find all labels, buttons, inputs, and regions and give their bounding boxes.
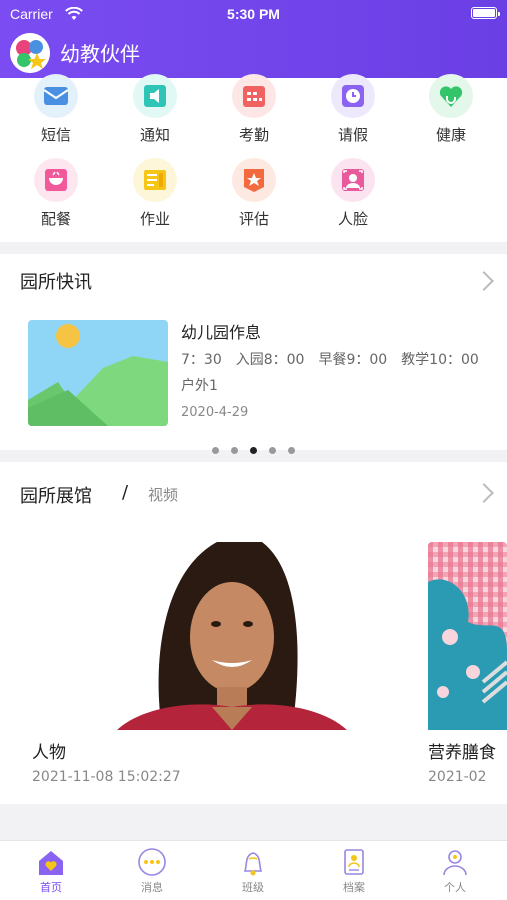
battery-icon bbox=[471, 7, 500, 19]
tab-label: 首页 bbox=[40, 881, 62, 894]
message-icon bbox=[138, 848, 166, 876]
gallery-item-time: 2021-11-08 15:02:27 bbox=[32, 769, 181, 785]
status-time: 5:30 PM bbox=[227, 6, 280, 22]
tab-label: 档案 bbox=[343, 881, 365, 894]
health-icon bbox=[429, 74, 473, 118]
gallery-item-time: 2021-02 bbox=[428, 769, 487, 785]
gallery-section: 园所展馆 / 视频 人物 2021-11-08 15:02:27 营养膳食 20… bbox=[0, 462, 507, 804]
attendance-icon bbox=[232, 74, 276, 118]
app-header: Carrier 5:30 PM 幼教伙伴 bbox=[0, 0, 507, 78]
carrier-label: Carrier bbox=[10, 6, 53, 22]
tab-label: 消息 bbox=[141, 881, 163, 894]
carousel-dot[interactable] bbox=[212, 447, 219, 454]
chevron-right-icon[interactable] bbox=[474, 271, 494, 291]
bottom-tab-bar: 首页 消息 班级 档案 个人 bbox=[0, 840, 507, 900]
evaluate-icon bbox=[232, 158, 276, 202]
news-summary: 7：30 入园8：00 早餐9：00 教学10：00 户外1 bbox=[181, 352, 493, 394]
tab-archive[interactable]: 档案 bbox=[324, 847, 384, 895]
feature-notice[interactable]: 通知 bbox=[115, 74, 195, 145]
person-icon bbox=[443, 850, 467, 876]
tab-personal[interactable]: 个人 bbox=[425, 847, 485, 895]
feature-attendance[interactable]: 考勤 bbox=[214, 74, 294, 145]
news-section: 园所快讯 幼儿园作息 7：30 入园8：00 早餐9：00 教学10：00 户外… bbox=[0, 254, 507, 454]
app-title: 幼教伙伴 bbox=[60, 42, 140, 66]
feature-label: 人脸 bbox=[337, 210, 368, 228]
carousel-dot[interactable] bbox=[269, 447, 276, 454]
news-date: 2020-4-29 bbox=[181, 405, 249, 420]
news-title[interactable]: 幼儿园作息 bbox=[181, 319, 261, 343]
feature-face[interactable]: 人脸 bbox=[313, 158, 393, 229]
feature-label: 短信 bbox=[40, 126, 71, 144]
tab-class[interactable]: 班级 bbox=[223, 847, 283, 895]
feature-homework[interactable]: 作业 bbox=[115, 158, 195, 229]
gallery-photo-person[interactable] bbox=[32, 542, 412, 730]
home-icon bbox=[39, 851, 63, 875]
tab-label: 班级 bbox=[242, 881, 264, 894]
wifi-icon bbox=[65, 7, 83, 20]
news-thumbnail[interactable] bbox=[28, 320, 168, 426]
feature-label: 健康 bbox=[435, 126, 466, 144]
chevron-right-icon[interactable] bbox=[474, 483, 494, 503]
homework-icon bbox=[133, 158, 177, 202]
gallery-section-title: 园所展馆 bbox=[20, 486, 92, 507]
feature-label: 配餐 bbox=[40, 210, 71, 228]
news-section-title: 园所快讯 bbox=[20, 272, 92, 293]
carousel-dots bbox=[0, 439, 507, 458]
gallery-photo-nutrition[interactable] bbox=[428, 542, 507, 730]
tab-home[interactable]: 首页 bbox=[21, 847, 81, 895]
feature-label: 通知 bbox=[139, 126, 170, 144]
gallery-subtitle-video[interactable]: 视频 bbox=[148, 484, 178, 505]
class-bell-icon bbox=[243, 852, 263, 876]
notice-icon bbox=[133, 74, 177, 118]
leave-icon bbox=[331, 74, 375, 118]
sms-icon bbox=[34, 74, 78, 118]
feature-label: 作业 bbox=[139, 210, 170, 228]
feature-label: 请假 bbox=[337, 126, 368, 144]
feature-label: 评估 bbox=[238, 210, 269, 228]
tab-label: 个人 bbox=[444, 881, 466, 894]
title-divider: / bbox=[122, 482, 129, 503]
carousel-dot-active[interactable] bbox=[250, 447, 257, 454]
feature-health[interactable]: 健康 bbox=[411, 74, 491, 145]
gallery-item[interactable]: 营养膳食 2021-02 bbox=[428, 542, 507, 785]
carousel-dot[interactable] bbox=[288, 447, 295, 454]
feature-leave[interactable]: 请假 bbox=[313, 74, 393, 145]
feature-evaluate[interactable]: 评估 bbox=[214, 158, 294, 229]
gallery-item-name: 营养膳食 bbox=[428, 743, 496, 763]
app-logo bbox=[10, 33, 50, 73]
profile-file-icon bbox=[344, 849, 364, 875]
feature-grid: 短信 通知 考勤 请假 健康 配餐 作业 评估 人脸 bbox=[0, 74, 507, 242]
face-icon bbox=[331, 158, 375, 202]
gallery-item[interactable]: 人物 2021-11-08 15:02:27 bbox=[32, 542, 412, 785]
feature-sms[interactable]: 短信 bbox=[16, 74, 96, 145]
feature-label: 考勤 bbox=[238, 126, 269, 144]
meal-icon bbox=[34, 158, 78, 202]
feature-meal[interactable]: 配餐 bbox=[16, 158, 96, 229]
gallery-item-name: 人物 bbox=[32, 743, 66, 763]
status-bar: Carrier 5:30 PM bbox=[10, 6, 500, 24]
carousel-dot[interactable] bbox=[231, 447, 238, 454]
tab-messages[interactable]: 消息 bbox=[122, 847, 182, 895]
